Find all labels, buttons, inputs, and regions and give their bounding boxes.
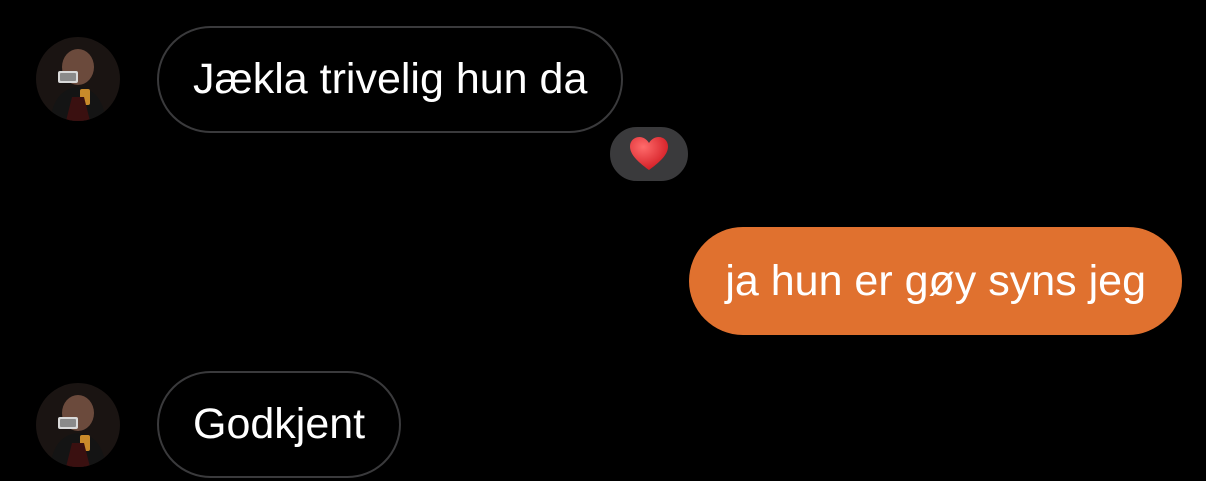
- heart-icon: [630, 137, 668, 170]
- incoming-message-bubble[interactable]: Jækla trivelig hun da: [157, 26, 624, 133]
- reaction-badge[interactable]: [607, 124, 691, 184]
- incoming-message-bubble[interactable]: Godkjent: [157, 371, 402, 478]
- message-text: ja hun er gøy syns jeg: [725, 257, 1146, 305]
- avatar-photo: [36, 383, 120, 467]
- outgoing-message-bubble[interactable]: ja hun er gøy syns jeg: [689, 227, 1182, 335]
- contact-avatar[interactable]: [36, 383, 120, 467]
- contact-avatar[interactable]: [36, 37, 120, 121]
- message-text: Jækla trivelig hun da: [193, 55, 588, 103]
- chat-thread: { "thread": { "messages": [ { "direction…: [0, 0, 1206, 481]
- avatar-photo: [36, 37, 120, 121]
- message-text: Godkjent: [193, 400, 366, 448]
